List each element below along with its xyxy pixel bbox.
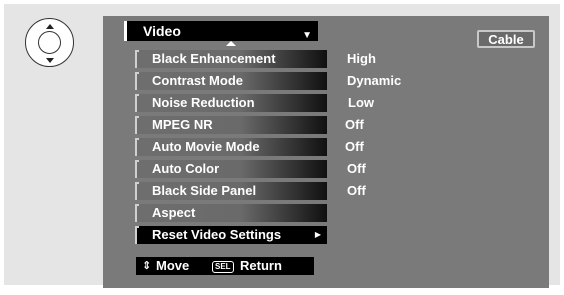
- navigation-help-bar: ⇕ Move SEL Return: [136, 257, 314, 275]
- sel-key-icon: SEL: [212, 261, 234, 273]
- remote-dpad-icon: [25, 18, 74, 67]
- menu-item-value: High: [347, 51, 376, 66]
- menu-item-black-enhancement[interactable]: Black Enhancement: [135, 50, 327, 68]
- menu-item-label: Contrast Mode: [152, 73, 243, 88]
- menu-item-value: Off: [347, 161, 366, 176]
- menu-item-value: Low: [348, 95, 374, 110]
- menu-item-black-side-panel[interactable]: Black Side Panel: [135, 182, 327, 200]
- menu-item-reset-video-settings[interactable]: Reset Video Settings ▶: [135, 226, 327, 244]
- dpad-center-icon: [38, 31, 61, 54]
- menu-item-auto-color[interactable]: Auto Color: [135, 160, 327, 178]
- menu-item-label: Black Side Panel: [152, 183, 257, 198]
- triangle-right-icon: ▶: [314, 230, 321, 239]
- menu-item-label: Reset Video Settings: [152, 227, 282, 242]
- triangle-down-icon: ▼: [302, 30, 312, 41]
- scroll-up-icon: [226, 41, 236, 46]
- up-down-arrows-icon: ⇕: [142, 260, 152, 272]
- menu-title: Video: [143, 23, 181, 39]
- dpad-down-arrow-icon: [46, 58, 54, 63]
- menu-item-auto-movie-mode[interactable]: Auto Movie Mode: [135, 138, 327, 156]
- menu-item-contrast-mode[interactable]: Contrast Mode: [135, 72, 327, 90]
- video-menu-screen: Video ▼ Cable Black Enhancement High Con…: [103, 16, 549, 288]
- menu-item-label: Black Enhancement: [152, 51, 276, 66]
- menu-item-mpeg-nr[interactable]: MPEG NR: [135, 116, 327, 134]
- menu-item-label: Noise Reduction: [152, 95, 255, 110]
- menu-item-aspect[interactable]: Aspect: [135, 204, 327, 222]
- video-menu-dropdown[interactable]: Video ▼: [124, 21, 318, 41]
- move-hint-label: Move: [156, 258, 190, 273]
- menu-item-value: Off: [345, 117, 364, 132]
- menu-item-value: Off: [347, 183, 366, 198]
- menu-item-value: Dynamic: [347, 73, 402, 88]
- dpad-up-arrow-icon: [46, 24, 54, 29]
- menu-item-noise-reduction[interactable]: Noise Reduction: [135, 94, 327, 112]
- menu-item-label: MPEG NR: [152, 117, 213, 132]
- menu-item-label: Auto Movie Mode: [152, 139, 260, 154]
- menu-item-label: Aspect: [152, 205, 196, 220]
- menu-item-label: Auto Color: [152, 161, 220, 176]
- menu-item-value: Off: [345, 139, 364, 154]
- input-source-badge: Cable: [477, 30, 535, 48]
- return-hint-label: Return: [240, 258, 282, 273]
